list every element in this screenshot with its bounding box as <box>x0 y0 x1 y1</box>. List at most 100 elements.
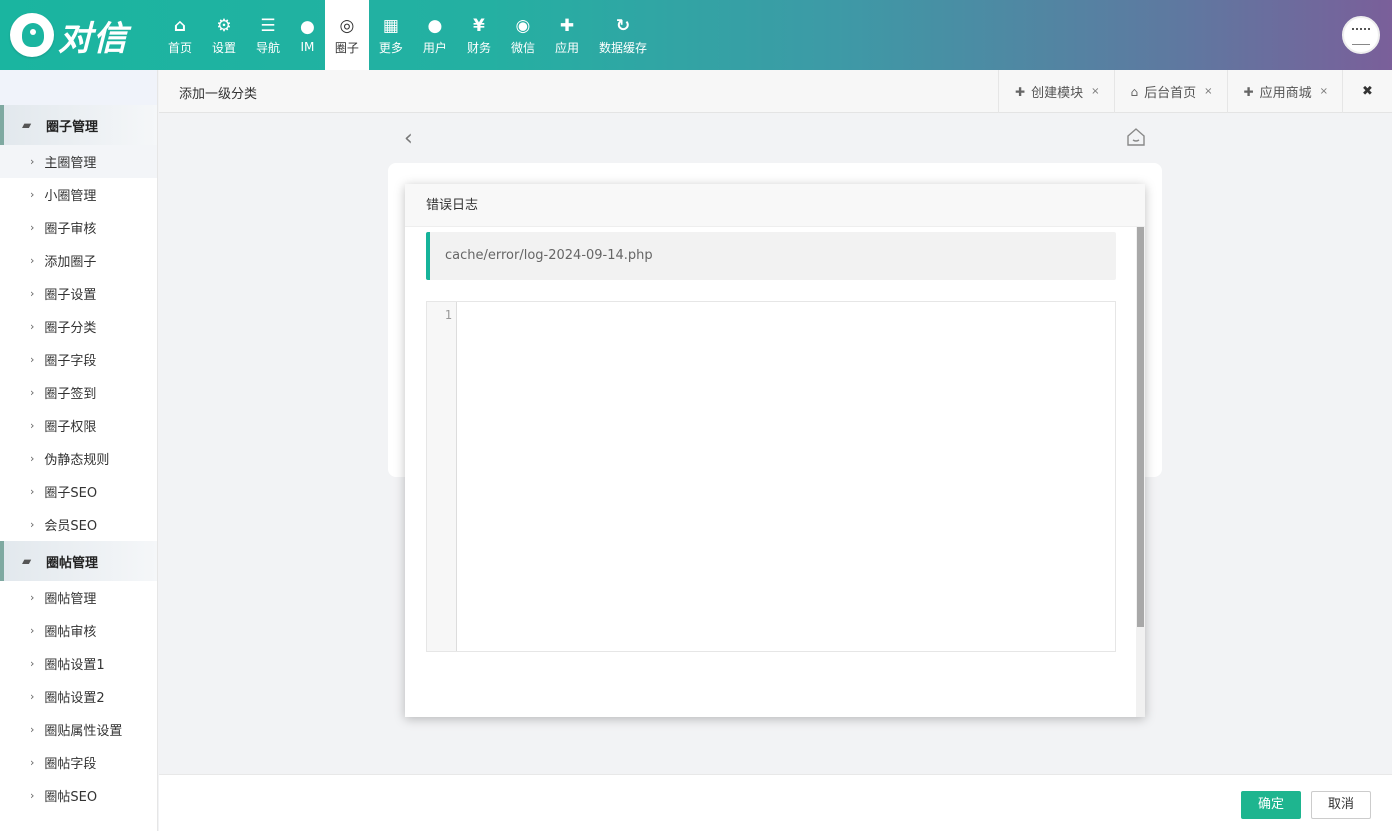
sidebar-item[interactable]: › 圈帖设置1 <box>0 647 157 680</box>
nav-item-10[interactable]: ↻ 数据缓存 <box>589 0 657 70</box>
logo-bird-icon <box>10 13 54 57</box>
sidebar-item-label: 圈子设置 <box>44 288 97 303</box>
dialog-footer: 确定 取消 <box>159 774 1392 831</box>
sidebar-item-label: 圈帖设置1 <box>44 658 105 673</box>
sidebar-item[interactable]: › 圈帖SEO <box>0 779 157 812</box>
tab-0[interactable]: ✚ 创建模块 × <box>998 70 1113 113</box>
sidebar-item[interactable]: › 添加圈子 <box>0 244 157 277</box>
tab-2[interactable]: ✚ 应用商城 × <box>1226 70 1342 113</box>
plus-icon: ✚ <box>1015 84 1026 99</box>
sidebar-item[interactable]: › 圈帖审核 <box>0 614 157 647</box>
sidebar-item-label: 添加圈子 <box>44 255 97 270</box>
chevron-right-icon: › <box>30 320 35 333</box>
book-icon: ▰ <box>22 118 32 132</box>
chevron-right-icon: › <box>30 591 35 604</box>
tab-label: 创建模块 <box>1031 86 1084 101</box>
sidebar-item[interactable]: › 圈子签到 <box>0 376 157 409</box>
user-icon: ● <box>427 15 443 36</box>
bars-icon: ☰ <box>260 15 276 36</box>
sidebar-top-strip <box>0 70 157 105</box>
sidebar-group-header[interactable]: ▰ 圈子管理 <box>0 105 157 145</box>
sidebar-group-title: 圈子管理 <box>46 119 99 135</box>
tab-close-icon[interactable]: × <box>1204 86 1212 97</box>
nav-item-1[interactable]: ⚙ 设置 <box>202 0 246 70</box>
sidebar-item-label: 圈帖管理 <box>44 592 97 607</box>
sidebar-item-label: 圈子签到 <box>44 387 97 402</box>
sidebar-item-label: 会员SEO <box>44 519 98 534</box>
breadcrumb: 添加一级分类 <box>179 87 258 102</box>
chevron-right-icon: › <box>30 353 35 366</box>
cancel-button[interactable]: 取消 <box>1311 791 1371 819</box>
sidebar-item-label: 圈帖设置2 <box>44 691 105 706</box>
nav-item-label: IM <box>300 40 315 54</box>
tab-1[interactable]: ⌂ 后台首页 × <box>1113 70 1227 113</box>
back-arrow-icon[interactable]: ‹ <box>404 126 413 151</box>
nav-item-label: 更多 <box>378 40 403 55</box>
sidebar-item[interactable]: › 圈子审核 <box>0 211 157 244</box>
sidebar-item-label: 圈子审核 <box>44 222 97 237</box>
home-outline-icon[interactable] <box>1126 127 1146 147</box>
nav-item-label: 微信 <box>510 40 535 55</box>
sidebar-item[interactable]: › 圈贴属性设置 <box>0 713 157 746</box>
avatar[interactable] <box>1342 16 1380 54</box>
chevron-right-icon: › <box>30 657 35 670</box>
nav-item-9[interactable]: ✚ 应用 <box>545 0 589 70</box>
sidebar-item[interactable]: › 圈子分类 <box>0 310 157 343</box>
chat-bubbles-icon: ◎ <box>339 15 355 36</box>
nav-item-6[interactable]: ● 用户 <box>413 0 457 70</box>
top-header: 对信 ⌂ 首页 ⚙ 设置 ☰ 导航 ● IM ◎ 圈子 ▦ 更多 ● 用户 ¥ 财务 ◉ 微信 ✚ 应用 ↻ 数据缓存 <box>0 0 1392 70</box>
sidebar-item[interactable]: › 圈子设置 <box>0 277 157 310</box>
chevron-right-icon: › <box>30 419 35 432</box>
book-icon: ▰ <box>22 554 32 568</box>
confirm-button[interactable]: 确定 <box>1241 791 1301 819</box>
sidebar-item[interactable]: › 主圈管理 <box>0 145 157 178</box>
sidebar-item[interactable]: › 伪静态规则 <box>0 442 157 475</box>
scrollbar-thumb[interactable] <box>1137 227 1144 627</box>
chat-bubble-icon: ● <box>300 17 315 37</box>
sidebar-item-label: 小圈管理 <box>44 189 97 204</box>
nav-item-7[interactable]: ¥ 财务 <box>457 0 501 70</box>
sidebar-item[interactable]: › 圈帖设置2 <box>0 680 157 713</box>
dialog-title: 错误日志 <box>405 184 1145 227</box>
sidebar-item-label: 圈帖SEO <box>44 790 98 805</box>
logo-text: 对信 <box>58 18 128 59</box>
error-log-dialog: 错误日志 cache/error/log-2024-09-14.php 1 <box>405 184 1145 717</box>
tab-close-icon[interactable]: × <box>1091 86 1099 97</box>
puzzle-icon: ✚ <box>1243 84 1254 99</box>
tab-close-icon[interactable]: × <box>1320 86 1328 97</box>
dialog-scrollbar[interactable] <box>1136 227 1145 717</box>
sidebar-item-label: 圈贴属性设置 <box>44 724 123 739</box>
sidebar-group-header[interactable]: ▰ 圈帖管理 <box>0 541 157 581</box>
sidebar-item[interactable]: › 圈帖字段 <box>0 746 157 779</box>
line-number: 1 <box>444 308 452 322</box>
chevron-right-icon: › <box>30 624 35 637</box>
nav-item-3[interactable]: ● IM <box>290 0 325 70</box>
nav-item-8[interactable]: ◉ 微信 <box>501 0 545 70</box>
nav-item-label: 数据缓存 <box>598 40 647 55</box>
tab-bar: 添加一级分类 ✚ 创建模块 × ⌂ 后台首页 × ✚ 应用商城 × ✖ <box>159 70 1392 113</box>
sidebar-item-label: 圈帖审核 <box>44 625 97 640</box>
sidebar-item[interactable]: › 圈子权限 <box>0 409 157 442</box>
brand-logo[interactable]: 对信 <box>10 10 150 60</box>
yen-icon: ¥ <box>473 15 485 36</box>
sidebar-item-label: 圈子字段 <box>44 354 97 369</box>
sidebar-item[interactable]: › 小圈管理 <box>0 178 157 211</box>
sidebar-item-label: 圈帖字段 <box>44 757 97 772</box>
nav-item-label: 财务 <box>466 40 491 55</box>
code-editor[interactable]: 1 <box>426 301 1116 652</box>
nav-item-0[interactable]: ⌂ 首页 <box>158 0 202 70</box>
close-all-tabs-icon[interactable]: ✖ <box>1342 70 1392 113</box>
open-tabs: ✚ 创建模块 × ⌂ 后台首页 × ✚ 应用商城 × ✖ <box>998 70 1392 113</box>
wechat-icon: ◉ <box>515 15 531 36</box>
nav-item-2[interactable]: ☰ 导航 <box>246 0 290 70</box>
nav-item-label: 设置 <box>212 40 237 55</box>
sidebar-item[interactable]: › 圈子字段 <box>0 343 157 376</box>
sidebar-item[interactable]: › 会员SEO <box>0 508 157 541</box>
nav-item-5[interactable]: ▦ 更多 <box>369 0 413 70</box>
chevron-right-icon: › <box>30 287 35 300</box>
nav-item-4[interactable]: ◎ 圈子 <box>324 0 369 70</box>
sidebar-item[interactable]: › 圈帖管理 <box>0 581 157 614</box>
nav-item-label: 应用 <box>554 40 579 55</box>
tab-label: 后台首页 <box>1144 86 1197 101</box>
sidebar-item[interactable]: › 圈子SEO <box>0 475 157 508</box>
